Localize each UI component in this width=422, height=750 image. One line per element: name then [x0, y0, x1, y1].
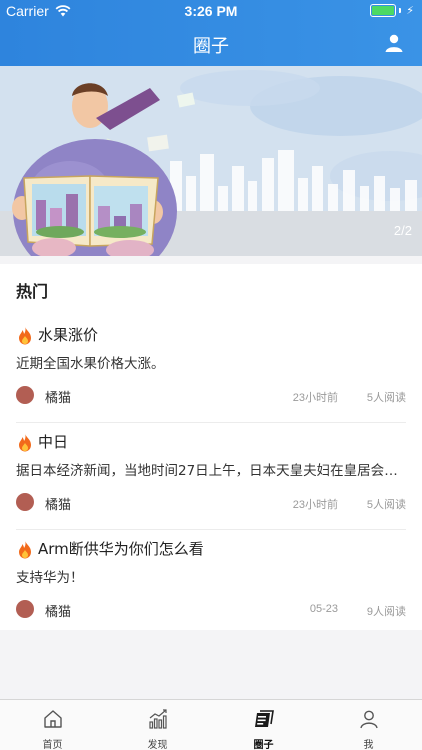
post-card[interactable]: 中日 据日本经济新闻，当地时间27日上午，日本天皇夫妇在皇居会见了日本首相，首相… — [16, 423, 406, 530]
post-meta: 橘猫 05-23 9人阅读 — [16, 599, 406, 620]
user-profile-icon[interactable] — [384, 33, 404, 53]
status-bar: Carrier 3:26 PM ⚡ — [0, 0, 422, 22]
tab-me[interactable]: 我 — [316, 700, 421, 750]
post-title-row: Arm断供华为你们怎么看 — [16, 538, 204, 559]
fire-icon — [19, 539, 31, 558]
post-card[interactable]: 水果涨价 近期全国水果价格大涨。 橘猫 23小时前 5人阅读 — [16, 316, 406, 423]
post-title-row: 中日 — [16, 431, 68, 452]
post-read-count: 9人阅读 — [366, 606, 406, 618]
post-title: 中日 — [38, 433, 69, 451]
circle-icon — [254, 710, 274, 727]
tab-home[interactable]: 首页 — [0, 700, 105, 750]
tab-label: 发现 — [147, 740, 168, 750]
post-author[interactable]: 橘猫 — [45, 601, 71, 620]
post-desc: 据日本经济新闻，当地时间27日上午，日本天皇夫妇在皇居会见了日本首相，首相向天皇… — [16, 463, 401, 479]
post-time: 05-23 — [309, 603, 338, 615]
banner-illustration — [0, 66, 422, 256]
post-author[interactable]: 橘猫 — [45, 387, 71, 406]
post-read-count: 5人阅读 — [366, 499, 406, 511]
avatar[interactable] — [16, 493, 34, 511]
post-time: 23小时前 — [292, 499, 338, 511]
battery-icon: ⚡ — [370, 4, 414, 17]
hot-feed: 热门 水果涨价 近期全国水果价格大涨。 橘猫 23小时前 5人阅读 中日 据日本… — [0, 264, 422, 630]
post-card[interactable]: Arm断供华为你们怎么看 支持华为！ 橘猫 05-23 9人阅读 — [16, 530, 406, 637]
post-author[interactable]: 橘猫 — [45, 494, 71, 513]
avatar[interactable] — [16, 386, 34, 404]
person-icon — [359, 710, 378, 729]
tab-discover[interactable]: 发现 — [105, 700, 210, 750]
post-title: Arm断供华为你们怎么看 — [38, 540, 204, 558]
tab-label: 我 — [363, 740, 374, 750]
charging-icon: ⚡ — [406, 4, 414, 17]
post-desc: 近期全国水果价格大涨。 — [16, 356, 165, 372]
page-title: 圈子 — [193, 36, 229, 57]
tab-label: 圈子 — [253, 740, 274, 750]
post-title: 水果涨价 — [38, 326, 99, 344]
home-icon — [43, 710, 62, 728]
post-meta: 橘猫 23小时前 5人阅读 — [16, 385, 406, 406]
section-title-hot: 热门 — [16, 282, 49, 301]
fire-icon — [19, 432, 31, 451]
fire-icon — [19, 325, 31, 344]
bottom-tab-bar: 首页 发现 圈子 我 — [0, 699, 422, 750]
post-title-row: 水果涨价 — [16, 324, 98, 345]
post-read-count: 5人阅读 — [366, 392, 406, 404]
chart-icon — [148, 709, 167, 729]
post-time: 23小时前 — [292, 392, 338, 404]
avatar[interactable] — [16, 600, 34, 618]
app-header: Carrier 3:26 PM ⚡ 圈子 — [0, 0, 422, 66]
banner-pager: 2/2 — [393, 223, 412, 238]
tab-label: 首页 — [42, 740, 63, 750]
tab-circle[interactable]: 圈子 — [211, 700, 316, 750]
banner-carousel[interactable]: 2/2 — [0, 66, 422, 256]
post-desc: 支持华为！ — [16, 570, 84, 586]
status-time: 3:26 PM — [184, 3, 238, 19]
post-meta: 橘猫 23小时前 5人阅读 — [16, 492, 406, 513]
